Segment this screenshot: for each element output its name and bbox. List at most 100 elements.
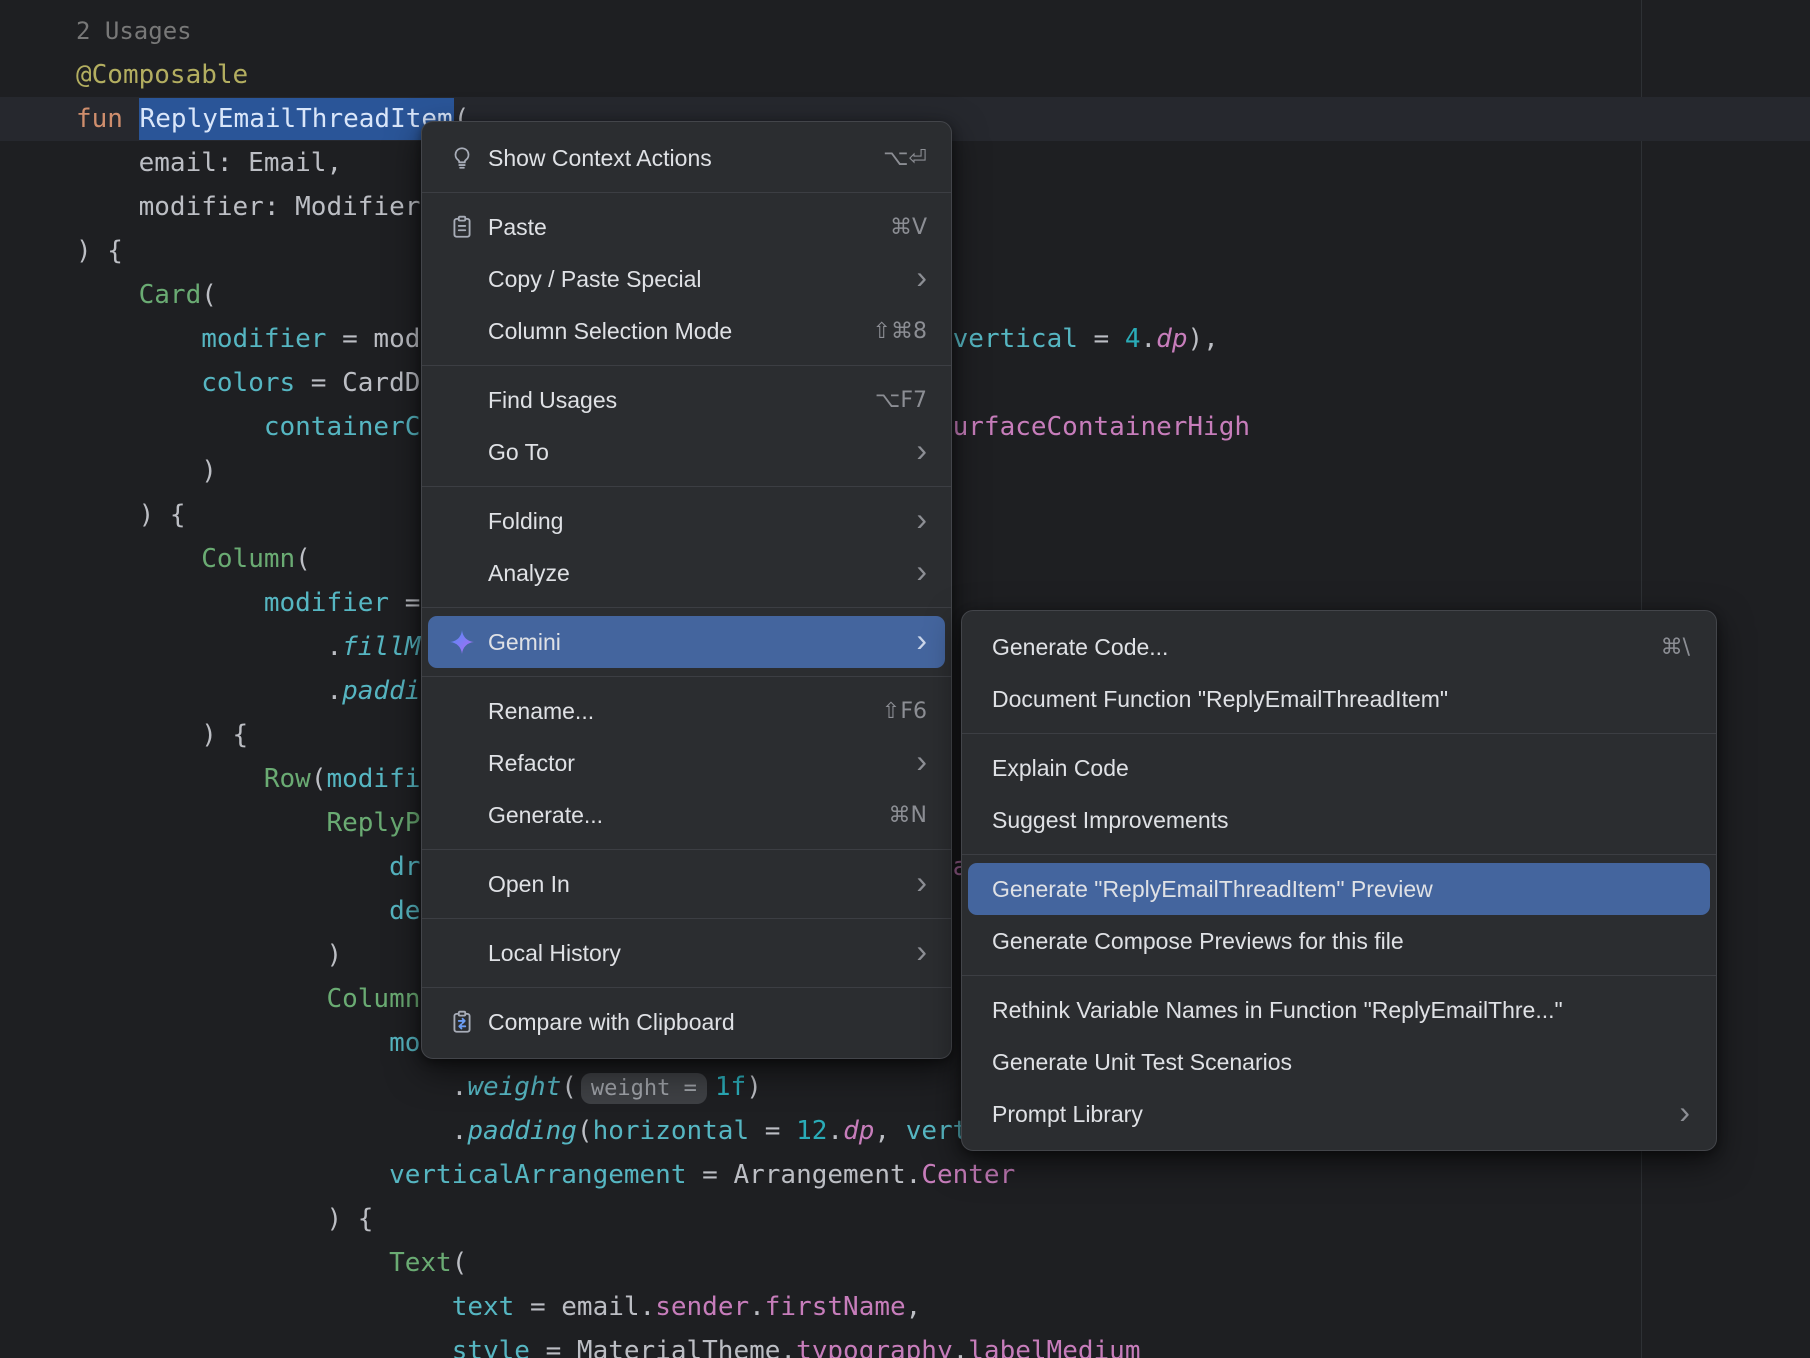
menu-item-copy-paste-special[interactable]: Copy / Paste Special› [428, 253, 945, 305]
code-token: . [76, 632, 342, 662]
submenu-item-explain-code[interactable]: Explain Code [968, 742, 1710, 794]
code-token: dp [843, 1116, 874, 1146]
code-token: modifier [201, 324, 326, 354]
code-token: = [1078, 324, 1125, 354]
submenu-item-document-function-replyemailthreaditem[interactable]: Document Function "ReplyEmailThreadItem" [968, 673, 1710, 725]
code-token: sender [655, 1292, 749, 1322]
menu-item-label: Find Usages [488, 387, 851, 414]
submenu-item-generate-compose-previews-for-this-file[interactable]: Generate Compose Previews for this file [968, 915, 1710, 967]
menu-separator [422, 987, 951, 988]
submenu-item-generate-code[interactable]: Generate Code...⌘\ [968, 621, 1710, 673]
code-token [76, 1336, 452, 1358]
code-token [76, 808, 326, 838]
code-token: weight [467, 1072, 561, 1102]
code-line[interactable]: ) { [0, 1197, 1810, 1241]
code-token: Card [139, 280, 202, 310]
code-token: ( [201, 280, 217, 310]
menu-item-gemini[interactable]: Gemini › [428, 616, 945, 668]
code-token [76, 544, 201, 574]
code-token: ) { [76, 500, 186, 530]
menu-item-column-selection-mode[interactable]: Column Selection Mode⇧⌘8 [428, 305, 945, 357]
chevron-right-icon: › [916, 935, 927, 967]
code-line[interactable]: @Composable [0, 53, 1810, 97]
code-token [76, 324, 201, 354]
menu-separator [422, 607, 951, 608]
submenu-item-generate-replyemailthreaditem-preview[interactable]: Generate "ReplyEmailThreadItem" Preview [968, 863, 1710, 915]
code-token: = email. [514, 1292, 655, 1322]
code-token: Column [201, 544, 295, 574]
menu-item-rename[interactable]: Rename...⇧F6 [428, 685, 945, 737]
code-token: . [827, 1116, 843, 1146]
submenu-item-suggest-improvements[interactable]: Suggest Improvements [968, 794, 1710, 846]
lightbulb-icon [448, 144, 476, 172]
submenu-item-generate-unit-test-scenarios[interactable]: Generate Unit Test Scenarios [968, 1036, 1710, 1088]
code-token: typography [796, 1336, 953, 1358]
code-token: Text [389, 1248, 452, 1278]
menu-item-shortcut: ⇧⌘8 [873, 319, 927, 344]
menu-item-shortcut: ⌘N [889, 803, 927, 828]
menu-item-label: Local History [488, 940, 892, 967]
menu-item-label: Document Function "ReplyEmailThreadItem" [992, 686, 1690, 713]
menu-item-analyze[interactable]: Analyze› [428, 547, 945, 599]
menu-item-label: Paste [488, 214, 866, 241]
code-token: horizontal [593, 1116, 750, 1146]
code-line[interactable]: verticalArrangement = Arrangement.Center [0, 1153, 1810, 1197]
menu-item-paste[interactable]: Paste⌘V [428, 201, 945, 253]
editor-context-menu: Show Context Actions⌥⏎ Paste⌘VCopy / Pas… [421, 121, 952, 1059]
code-token: . [749, 1292, 765, 1322]
chevron-right-icon: › [916, 745, 927, 777]
menu-item-label: Gemini [488, 629, 892, 656]
parameter-hint-inlay: weight = [581, 1073, 707, 1104]
code-line[interactable]: Text( [0, 1241, 1810, 1285]
menu-item-compare-with-clipboard[interactable]: Compare with Clipboard [428, 996, 945, 1048]
menu-item-find-usages[interactable]: Find Usages⌥F7 [428, 374, 945, 426]
chevron-right-icon: › [916, 624, 927, 656]
menu-item-refactor[interactable]: Refactor › [428, 737, 945, 789]
paste-icon [448, 213, 476, 241]
gemini-submenu: Generate Code...⌘\ Document Function "Rep… [961, 610, 1717, 1151]
menu-separator [962, 975, 1716, 976]
code-token: ) { [76, 236, 123, 266]
code-token: firstName [765, 1292, 906, 1322]
code-token: ( [577, 1116, 593, 1146]
code-token: = [749, 1116, 796, 1146]
submenu-item-rethink-variable-names-in-function-replyemailthre[interactable]: Rethink Variable Names in Function "Repl… [968, 984, 1710, 1036]
menu-item-local-history[interactable]: Local History › [428, 927, 945, 979]
chevron-right-icon: › [916, 866, 927, 898]
code-token: Row [264, 764, 311, 794]
menu-item-show-context-actions[interactable]: Show Context Actions⌥⏎ [428, 132, 945, 184]
menu-item-folding[interactable]: Folding› [428, 495, 945, 547]
code-token: padding [467, 1116, 577, 1146]
code-token [76, 984, 326, 1014]
menu-item-label: Open In [488, 871, 892, 898]
menu-item-label: Analyze [488, 560, 892, 587]
menu-item-shortcut: ⌘\ [1661, 635, 1690, 660]
code-token: ( [452, 1248, 468, 1278]
menu-separator [422, 918, 951, 919]
code-line[interactable]: style = MaterialTheme.typography.labelMe… [0, 1329, 1810, 1358]
code-token: , [874, 1116, 905, 1146]
code-token: style [452, 1336, 530, 1358]
menu-item-generate[interactable]: Generate...⌘N [428, 789, 945, 841]
menu-separator [422, 192, 951, 193]
menu-item-label: Refactor [488, 750, 892, 777]
menu-item-open-in[interactable]: Open In › [428, 858, 945, 910]
menu-separator [962, 733, 1716, 734]
code-token: . [76, 676, 342, 706]
menu-item-label: Generate "ReplyEmailThreadItem" Preview [992, 876, 1690, 903]
gemini-icon [448, 628, 476, 656]
code-token [76, 1028, 389, 1058]
code-line[interactable]: 2 Usages [0, 9, 1810, 53]
menu-item-label: Show Context Actions [488, 145, 859, 172]
menu-item-go-to[interactable]: Go To› [428, 426, 945, 478]
code-token: 1f [715, 1072, 746, 1102]
compare-clipboard-icon [448, 1008, 476, 1036]
chevron-right-icon: › [1679, 1096, 1690, 1128]
code-token [76, 412, 264, 442]
chevron-right-icon: › [916, 261, 927, 293]
code-line[interactable]: text = email.sender.firstName, [0, 1285, 1810, 1329]
code-token [76, 1292, 452, 1322]
code-token: Column [326, 984, 420, 1014]
submenu-item-prompt-library[interactable]: Prompt Library› [968, 1088, 1710, 1140]
menu-item-label: Generate Unit Test Scenarios [992, 1049, 1690, 1076]
